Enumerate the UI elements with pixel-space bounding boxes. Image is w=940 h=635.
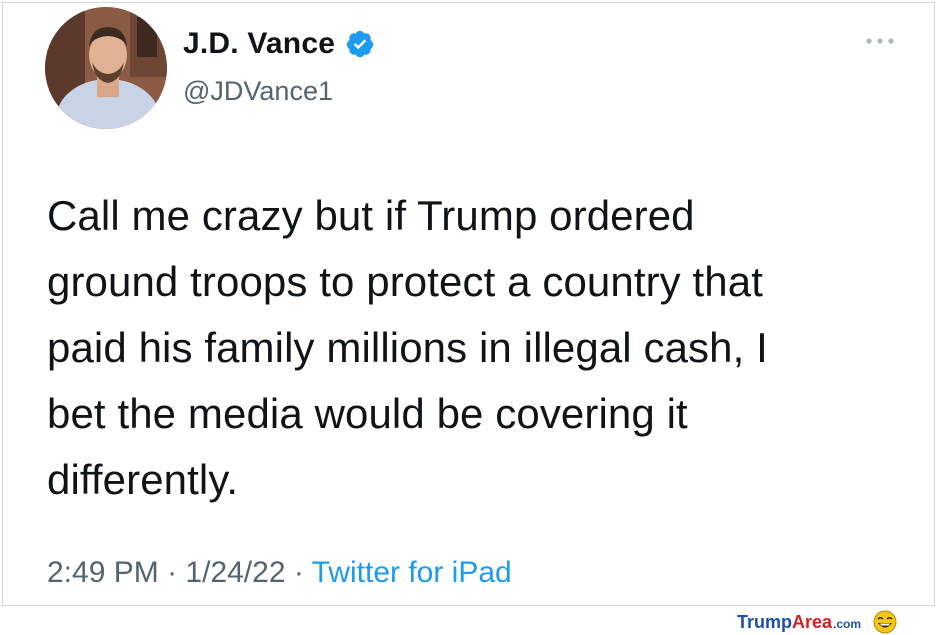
tweet-text-line: bet the media would be covering it bbox=[47, 390, 688, 437]
tweet-text-line: Call me crazy but if Trump ordered bbox=[47, 192, 695, 239]
tweet-text-line: paid his family millions in illegal cash… bbox=[47, 324, 768, 371]
meta-separator: · bbox=[293, 556, 304, 589]
tweet-time[interactable]: 2:49 PM bbox=[47, 556, 159, 589]
display-name[interactable]: J.D. Vance bbox=[183, 27, 335, 61]
tweet-text: Call me crazy but if Trump ordered groun… bbox=[47, 183, 917, 513]
meta-separator: · bbox=[167, 556, 178, 589]
watermark-text-trump: Trump bbox=[737, 611, 793, 632]
tweet-text-line: differently. bbox=[47, 456, 239, 503]
tweet-date[interactable]: 1/24/22 bbox=[185, 556, 285, 589]
site-watermark: Trump Area .com bbox=[737, 610, 897, 634]
avatar[interactable] bbox=[45, 7, 167, 129]
author-handle[interactable]: @JDVance1 bbox=[183, 76, 333, 107]
tweet-text-line: ground troops to protect a country that bbox=[47, 258, 763, 305]
more-horizontal-icon[interactable] bbox=[863, 33, 897, 49]
avatar-photo bbox=[45, 7, 167, 129]
author-name-row[interactable]: J.D. Vance bbox=[183, 27, 375, 61]
watermark-text-com: .com bbox=[833, 617, 862, 631]
watermark-text-area: Area bbox=[792, 611, 833, 632]
tweet-source-link[interactable]: Twitter for iPad bbox=[312, 556, 512, 589]
verified-badge-icon bbox=[346, 30, 374, 58]
tweet-card: J.D. Vance @JDVance1 Call me crazy but i… bbox=[2, 2, 935, 606]
tweet-metadata: 2:49 PM · 1/24/22 · Twitter for iPad bbox=[47, 556, 512, 590]
laughing-face-icon bbox=[873, 610, 897, 634]
